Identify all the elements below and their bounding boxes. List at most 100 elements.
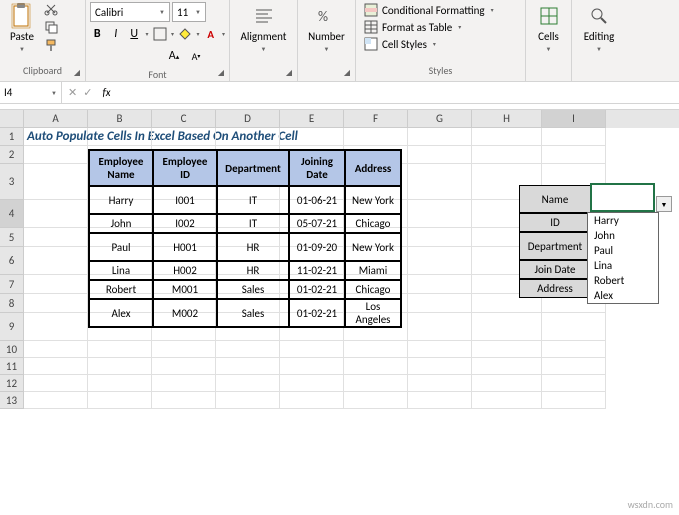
cell[interactable]: [408, 392, 472, 409]
cell[interactable]: [24, 200, 88, 228]
cell[interactable]: [408, 146, 472, 164]
cell[interactable]: [344, 375, 408, 392]
table-cell[interactable]: IT: [217, 214, 289, 233]
table-cell[interactable]: H002: [153, 261, 217, 280]
font-name-select[interactable]: Calibri▼: [90, 2, 170, 22]
underline-button[interactable]: U: [127, 24, 141, 44]
cell[interactable]: [542, 358, 606, 375]
bold-button[interactable]: B: [90, 24, 104, 44]
column-header[interactable]: B: [88, 110, 152, 128]
fx-icon[interactable]: fx: [98, 86, 114, 99]
editing-button[interactable]: Editing ▼: [578, 2, 621, 55]
cell[interactable]: [24, 341, 88, 358]
row-header[interactable]: 11: [0, 358, 24, 375]
cell[interactable]: [408, 275, 472, 294]
paste-button[interactable]: Paste ▼: [4, 2, 40, 55]
row-header[interactable]: 5: [0, 228, 24, 247]
cell[interactable]: [24, 358, 88, 375]
cell[interactable]: [408, 375, 472, 392]
table-cell[interactable]: 01-02-21: [289, 280, 345, 299]
row-header[interactable]: 2: [0, 146, 24, 164]
cell[interactable]: [88, 392, 152, 409]
cell[interactable]: [408, 164, 472, 200]
cell[interactable]: [542, 375, 606, 392]
cell[interactable]: [24, 275, 88, 294]
fill-color-button[interactable]: [178, 24, 192, 44]
cell[interactable]: [472, 375, 542, 392]
dropdown-option[interactable]: Lina: [588, 258, 658, 273]
table-cell[interactable]: 01-02-21: [289, 299, 345, 327]
cancel-icon[interactable]: ✕: [68, 86, 77, 99]
table-cell[interactable]: Sales: [217, 299, 289, 327]
table-cell[interactable]: Robert: [89, 280, 153, 299]
dialog-launcher-icon[interactable]: ◢: [215, 67, 227, 79]
cell[interactable]: [408, 358, 472, 375]
cell[interactable]: [472, 313, 542, 341]
cell[interactable]: [280, 358, 344, 375]
cell[interactable]: [88, 341, 152, 358]
row-header[interactable]: 4: [0, 200, 24, 228]
lookup-value[interactable]: [591, 185, 655, 213]
cell[interactable]: [542, 313, 606, 341]
cell[interactable]: [280, 341, 344, 358]
row-header[interactable]: 7: [0, 275, 24, 294]
cell[interactable]: [472, 358, 542, 375]
dropdown-option[interactable]: Paul: [588, 243, 658, 258]
table-cell[interactable]: 05-07-21: [289, 214, 345, 233]
cell[interactable]: [408, 294, 472, 313]
cell[interactable]: [24, 164, 88, 200]
table-cell[interactable]: Sales: [217, 280, 289, 299]
cell[interactable]: [88, 375, 152, 392]
border-button[interactable]: [152, 24, 166, 44]
cell[interactable]: [408, 128, 472, 146]
dropdown-arrow-icon[interactable]: ▼: [656, 196, 672, 212]
cell[interactable]: [24, 313, 88, 341]
table-cell[interactable]: Chicago: [345, 214, 401, 233]
increase-font-icon[interactable]: A▴: [165, 46, 183, 66]
cell[interactable]: [152, 375, 216, 392]
row-header[interactable]: 10: [0, 341, 24, 358]
dropdown-option[interactable]: Harry: [588, 213, 658, 228]
row-header[interactable]: 12: [0, 375, 24, 392]
dropdown-option[interactable]: Alex: [588, 288, 658, 303]
row-header[interactable]: 1: [0, 128, 24, 146]
cell[interactable]: [152, 341, 216, 358]
cell[interactable]: [280, 375, 344, 392]
name-box[interactable]: I4▼: [0, 82, 62, 103]
table-cell[interactable]: HR: [217, 233, 289, 261]
table-cell[interactable]: New York: [345, 233, 401, 261]
number-button[interactable]: % Number ▼: [302, 2, 351, 55]
table-cell[interactable]: Lina: [89, 261, 153, 280]
cells-button[interactable]: Cells ▼: [531, 2, 567, 55]
cell[interactable]: [152, 392, 216, 409]
table-cell[interactable]: I001: [153, 186, 217, 214]
table-cell[interactable]: John: [89, 214, 153, 233]
table-cell[interactable]: Miami: [345, 261, 401, 280]
row-header[interactable]: 9: [0, 313, 24, 341]
cell[interactable]: [542, 392, 606, 409]
cell[interactable]: [542, 146, 606, 164]
cell[interactable]: [24, 228, 88, 247]
cell[interactable]: [472, 146, 542, 164]
column-header[interactable]: A: [24, 110, 88, 128]
cell[interactable]: [408, 341, 472, 358]
italic-button[interactable]: I: [108, 24, 122, 44]
table-cell[interactable]: Chicago: [345, 280, 401, 299]
cell[interactable]: [344, 128, 408, 146]
table-cell[interactable]: HR: [217, 261, 289, 280]
cell[interactable]: [472, 128, 542, 146]
table-cell[interactable]: Paul: [89, 233, 153, 261]
column-header[interactable]: I: [542, 110, 606, 128]
cell[interactable]: [152, 128, 216, 146]
decrease-font-icon[interactable]: A▾: [187, 46, 205, 66]
dropdown-option[interactable]: Robert: [588, 273, 658, 288]
cell[interactable]: [216, 375, 280, 392]
cell[interactable]: [88, 128, 152, 146]
formula-input[interactable]: [115, 82, 679, 103]
select-all-corner[interactable]: [0, 110, 24, 128]
cell[interactable]: [88, 358, 152, 375]
column-header[interactable]: G: [408, 110, 472, 128]
column-header[interactable]: H: [472, 110, 542, 128]
table-cell[interactable]: H001: [153, 233, 217, 261]
row-header[interactable]: 8: [0, 294, 24, 313]
